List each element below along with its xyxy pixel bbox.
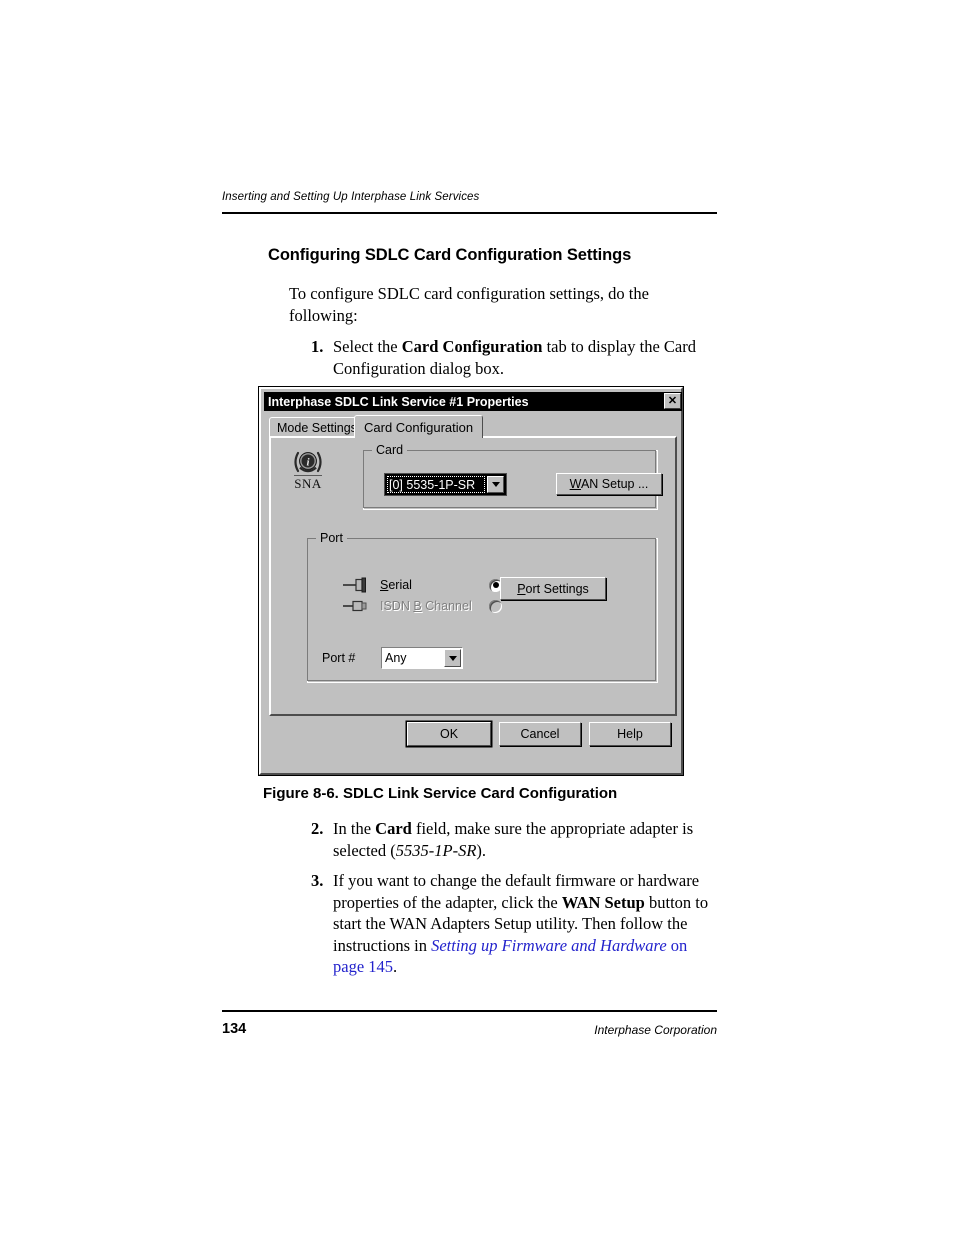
document-page: Inserting and Setting Up Interphase Link…: [0, 0, 954, 1235]
ok-button[interactable]: OK: [407, 722, 491, 746]
cancel-button[interactable]: Cancel: [499, 722, 581, 746]
step-item-2: 2. In the Card field, make sure the appr…: [311, 818, 716, 861]
serial-connector-svg: [343, 577, 366, 593]
port-option-isdn-b-channel[interactable]: ISDN B Channel: [342, 597, 502, 615]
footer-page-number: 134: [222, 1021, 247, 1037]
info-circle-icon: i: [285, 450, 331, 474]
close-icon[interactable]: ✕: [664, 393, 681, 409]
serial-connector-icon: [342, 577, 372, 593]
isdn-connector-icon: [342, 598, 372, 614]
sna-label: SNA: [294, 475, 322, 491]
port-number-label: Port #: [322, 651, 356, 665]
serial-label: Serial: [372, 578, 487, 592]
isdn-connector-svg: [343, 600, 367, 612]
port-settings-accel: P: [517, 581, 526, 596]
isdn-accel: B: [413, 599, 422, 613]
step-text: Select the Card Configuration tab to dis…: [333, 337, 696, 378]
chevron-down-icon[interactable]: [487, 476, 504, 493]
step-text: In the Card field, make sure the appropr…: [333, 819, 694, 860]
wan-setup-accel: W: [569, 477, 581, 491]
chevron-down-glyph: [448, 655, 457, 661]
help-button[interactable]: Help: [589, 722, 671, 746]
tab-mode-settings[interactable]: Mode Settings: [269, 417, 365, 437]
wan-setup-label: AN Setup ...: [580, 477, 649, 491]
dialog-title: Interphase SDLC Link Service #1 Properti…: [268, 394, 529, 409]
footer-corporation: Interphase Corporation: [594, 1023, 717, 1037]
card-group: Card [0] 5535-1P-SR WAN Setup ...: [362, 443, 662, 510]
tab-strip: Mode Settings Card Configuration: [269, 415, 677, 438]
isdn-label: ISDN B Channel: [372, 599, 487, 613]
port-group: Port Serial ISDN B Channel Port Settings…: [306, 531, 658, 683]
step-number: 3.: [311, 871, 324, 890]
port-number-select[interactable]: Any: [381, 647, 463, 669]
properties-dialog: Interphase SDLC Link Service #1 Properti…: [259, 387, 683, 775]
chevron-down-glyph: [491, 482, 500, 487]
isdn-label-rest: Channel: [421, 599, 472, 613]
header-rule: [222, 212, 717, 214]
intro-paragraph: To configure SDLC card configuration set…: [289, 284, 649, 325]
step-item-3: 3. If you want to change the default fir…: [311, 870, 719, 978]
step-number: 1.: [311, 337, 324, 356]
isdn-label-pre: ISDN: [380, 599, 414, 613]
card-select-value: [0] 5535-1P-SR: [386, 475, 486, 494]
port-group-legend: Port: [316, 531, 347, 545]
step-item-1: 1. Select the Card Configuration tab to …: [311, 336, 716, 379]
card-group-legend: Card: [372, 443, 408, 457]
port-settings-button[interactable]: Port Settings: [500, 577, 606, 600]
card-select[interactable]: [0] 5535-1P-SR: [384, 473, 507, 496]
figure-caption: Figure 8-6. SDLC Link Service Card Confi…: [263, 785, 618, 802]
port-settings-label: ort Settings: [525, 581, 589, 596]
tab-panel-card-configuration: i SNA Card [0] 5535-1P-SR WAN Setup ... …: [269, 436, 677, 716]
info-circle-svg: i: [294, 451, 322, 473]
running-head: Inserting and Setting Up Interphase Link…: [222, 191, 480, 203]
port-option-serial[interactable]: Serial: [342, 576, 502, 594]
wan-setup-button[interactable]: WAN Setup ...: [556, 473, 662, 495]
tab-card-configuration[interactable]: Card Configuration: [354, 415, 484, 438]
dialog-titlebar[interactable]: Interphase SDLC Link Service #1 Properti…: [264, 392, 682, 411]
port-number-value: Any: [385, 651, 407, 665]
isdn-radio[interactable]: [489, 599, 502, 613]
sna-info-icon: i SNA: [285, 450, 331, 493]
serial-label-rest: erial: [388, 578, 412, 592]
step-number: 2.: [311, 819, 324, 838]
footer-rule: [222, 1010, 717, 1012]
dialog-button-row: OK Cancel Help: [261, 722, 681, 752]
step-text: If you want to change the default firmwa…: [333, 871, 709, 976]
chevron-down-icon[interactable]: [444, 649, 461, 667]
page-title: Configuring SDLC Card Configuration Sett…: [268, 246, 632, 264]
